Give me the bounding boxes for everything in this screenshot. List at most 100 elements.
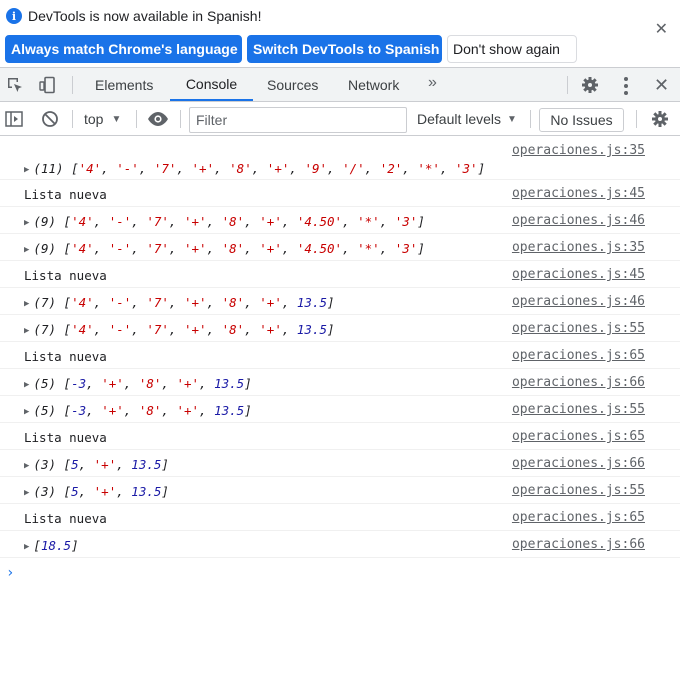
log-levels-dropdown[interactable]: Default levels ▼ [417,111,517,127]
source-link[interactable]: operaciones.js:35 [512,240,645,255]
switch-to-spanish-button[interactable]: Switch DevTools to Spanish [247,35,442,63]
array-item: '+' [101,376,124,391]
tab-sources[interactable]: Sources [267,68,318,101]
tab-console[interactable]: Console [170,68,253,101]
array-item: '7' [146,214,169,229]
expand-arrow-icon[interactable]: ▶ [24,407,29,417]
log-levels-label: Default levels [417,111,502,127]
array-length: (3) [33,457,56,472]
source-link[interactable]: operaciones.js:66 [512,456,645,471]
expand-arrow-icon[interactable]: ▶ [24,542,29,552]
issues-button[interactable]: No Issues [539,108,624,132]
log-message: Lista nueva [24,187,107,202]
infobar-close-icon[interactable]: ✕ [655,22,668,38]
log-message: Lista nueva [24,430,107,445]
array-preview[interactable]: ▶ (11) ['4', '-', '7', '+', '8', '+', '9'… [24,161,485,176]
source-link[interactable]: operaciones.js:46 [512,294,645,309]
array-item: '4' [71,241,94,256]
source-link[interactable]: operaciones.js:45 [512,186,645,201]
console-array-row: operaciones.js:66 ▶ [18.5] [0,531,680,558]
console-array-row: operaciones.js:66 ▶ (5) [-3, '+', '8', '+'… [0,369,680,396]
settings-gear-icon[interactable] [581,76,599,94]
device-toolbar-icon[interactable] [38,76,56,94]
array-preview[interactable]: ▶ (7) ['4', '-', '7', '+', '8', '+', 13.5… [24,322,335,337]
array-preview[interactable]: ▶ (7) ['4', '-', '7', '+', '8', '+', 13.5… [24,295,335,310]
clear-console-icon[interactable] [41,110,59,128]
expand-arrow-icon[interactable]: ▶ [24,380,29,390]
array-length: (9) [33,241,56,256]
tab-network[interactable]: Network [348,68,399,101]
language-infobar: i DevTools is now available in Spanish! … [0,0,680,68]
console-log-row: operaciones.js:45 Lista nueva [0,261,680,288]
source-link[interactable]: operaciones.js:65 [512,429,645,444]
toolbar-divider [180,110,181,128]
console-log-row: operaciones.js:65 Lista nueva [0,504,680,531]
console-toolbar: top ▼ Default levels ▼ No Issues [0,102,680,136]
context-selector[interactable]: top ▼ [84,111,121,127]
array-preview[interactable]: ▶ [18.5] [24,538,79,553]
always-match-language-button[interactable]: Always match Chrome's language [5,35,242,63]
array-item: 13.5 [296,295,328,310]
customize-menu-icon[interactable] [624,77,628,98]
source-link[interactable]: operaciones.js:65 [512,348,645,363]
array-preview[interactable]: ▶ (5) [-3, '+', '8', '+', 13.5] [24,376,252,391]
sidebar-toggle-icon[interactable] [5,110,23,128]
array-length: (11) [33,161,64,176]
console-log-row: operaciones.js:45 Lista nueva [0,180,680,207]
expand-arrow-icon[interactable]: ▶ [24,165,29,175]
console-array-row: operaciones.js:55 ▶ (7) ['4', '-', '7', '+… [0,315,680,342]
source-link[interactable]: operaciones.js:35 [512,143,645,158]
source-link[interactable]: operaciones.js:66 [512,375,645,390]
more-tabs-icon[interactable]: » [428,74,437,92]
source-link[interactable]: operaciones.js:55 [512,402,645,417]
source-link[interactable]: operaciones.js:66 [512,537,645,552]
source-link[interactable]: operaciones.js:46 [512,213,645,228]
array-item: '4' [71,322,94,337]
expand-arrow-icon[interactable]: ▶ [24,299,29,309]
caret-down-icon: ▼ [111,113,122,125]
close-devtools-icon[interactable]: ✕ [654,75,669,96]
source-link[interactable]: operaciones.js:65 [512,510,645,525]
toolbar-divider [636,110,637,128]
array-item: '4' [71,295,94,310]
array-item: '8' [138,403,162,418]
caret-down-icon: ▼ [507,113,517,125]
array-preview[interactable]: ▶ (3) [5, '+', 13.5] [24,484,169,499]
console-array-row: operaciones.js:55 ▶ (5) [-3, '+', '8', '+'… [0,396,680,423]
array-length: (7) [33,295,56,310]
expand-arrow-icon[interactable]: ▶ [24,326,29,336]
array-preview[interactable]: ▶ (5) [-3, '+', '8', '+', 13.5] [24,403,252,418]
source-link[interactable]: operaciones.js:55 [512,321,645,336]
dont-show-again-button[interactable]: Don't show again [447,35,577,63]
array-item: '-' [108,295,132,310]
console-settings-gear-icon[interactable] [651,110,669,128]
filter-input[interactable] [189,107,407,133]
log-message: Lista nueva [24,511,107,526]
array-text: (3) [5, '+', 13.5] [33,484,169,499]
console-prompt[interactable]: › [6,565,14,581]
inspect-element-icon[interactable] [6,76,24,94]
console-array-row: operaciones.js:35 ▶ (11) ['4', '-', '7', '… [0,137,680,180]
expand-arrow-icon[interactable]: ▶ [24,218,29,228]
toolbar-divider [72,110,73,128]
console-messages: operaciones.js:35 ▶ (11) ['4', '-', '7', '… [0,137,680,558]
array-preview[interactable]: ▶ (9) ['4', '-', '7', '+', '8', '+', '4.5… [24,241,425,256]
array-preview[interactable]: ▶ (3) [5, '+', 13.5] [24,457,169,472]
array-text: (11) ['4', '-', '7', '+', '8', '+', '9',… [33,161,486,176]
array-item: '+' [259,241,282,256]
source-link[interactable]: operaciones.js:55 [512,483,645,498]
array-text: (9) ['4', '-', '7', '+', '8', '+', '4.50… [33,241,425,256]
tabbar-divider [72,76,73,94]
source-link[interactable]: operaciones.js:45 [512,267,645,282]
tab-elements[interactable]: Elements [95,68,153,101]
array-preview[interactable]: ▶ (9) ['4', '-', '7', '+', '8', '+', '4.5… [24,214,425,229]
live-expression-eye-icon[interactable] [147,110,169,128]
expand-arrow-icon[interactable]: ▶ [24,488,29,498]
array-text: (7) ['4', '-', '7', '+', '8', '+', 13.5] [33,322,335,337]
console-array-row: operaciones.js:55 ▶ (3) [5, '+', 13.5] [0,477,680,504]
expand-arrow-icon[interactable]: ▶ [24,461,29,471]
array-item: '+' [176,403,200,418]
expand-arrow-icon[interactable]: ▶ [24,245,29,255]
array-item: 13.5 [131,457,162,472]
array-item: -3 [71,403,87,418]
